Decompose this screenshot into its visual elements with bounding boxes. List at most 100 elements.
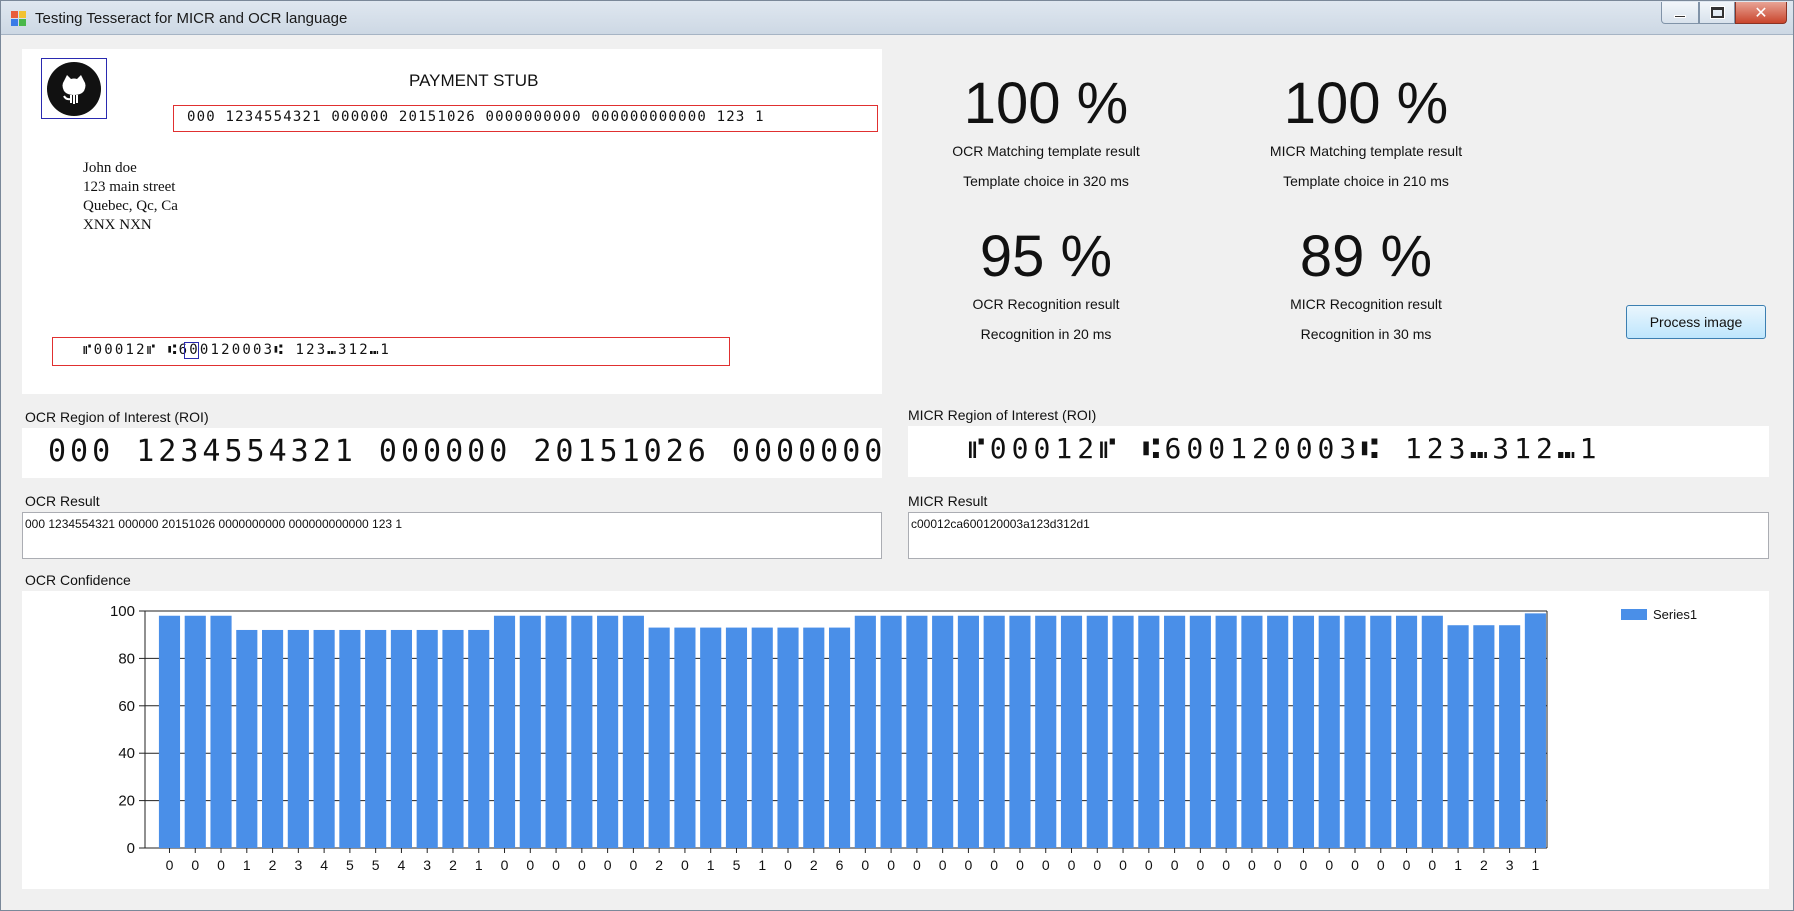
x-tick-label: 0 (887, 857, 895, 873)
x-tick-label: 3 (1506, 857, 1514, 873)
confidence-chart: 0204060801000 0 0 1 2 3 4 5 5 4 3 2 1 0 0 0 0 0 0 2 0 1 5 1 0 2 6 0… (110, 603, 1548, 873)
x-tick-label: 0 (604, 857, 612, 873)
app-icon (11, 11, 27, 27)
x-tick-label: 0 (578, 857, 586, 873)
octocat-icon (62, 74, 86, 104)
bar (313, 629, 335, 848)
bar (1292, 615, 1315, 848)
bar (1524, 613, 1546, 848)
micr-result-field[interactable]: c00012ca600120003a123d312d1 (908, 512, 1769, 559)
bar (339, 629, 361, 848)
confidence-label: OCR Confidence (25, 572, 131, 588)
ocr-result-field[interactable]: 000 1234554321 000000 20151026 000000000… (22, 512, 882, 559)
bar (803, 627, 825, 848)
x-tick-label: 0 (681, 857, 689, 873)
ocr-result-label: OCR Result (25, 493, 100, 509)
bar (1009, 615, 1031, 848)
bar (442, 629, 464, 848)
bar (828, 627, 851, 848)
bar (1215, 615, 1237, 848)
x-tick-label: 0 (1145, 857, 1153, 873)
bar (262, 629, 284, 848)
y-tick-label: 0 (127, 840, 135, 857)
x-tick-label: 2 (269, 857, 277, 873)
close-button[interactable]: ✕ (1735, 2, 1787, 24)
bar (1086, 615, 1108, 848)
y-tick-label: 20 (118, 793, 135, 810)
address-line: 123 main street (83, 179, 176, 195)
x-tick-label: 0 (1325, 857, 1333, 873)
maximize-button[interactable] (1699, 2, 1735, 24)
bar (1138, 615, 1160, 848)
bar (597, 615, 619, 848)
y-tick-label: 80 (118, 650, 135, 667)
bar (1241, 615, 1263, 848)
maximize-icon (1709, 6, 1725, 19)
x-tick-label: 3 (294, 857, 302, 873)
bar (390, 629, 412, 848)
bar (468, 629, 490, 848)
x-tick-label: 4 (398, 857, 406, 873)
x-tick-label: 0 (501, 857, 509, 873)
ocr-recognition-time: Recognition in 20 ms (980, 326, 1112, 342)
ocr-roi-image: 000 1234554321 000000 20151026 000000000… (22, 428, 882, 478)
x-tick-label: 0 (1274, 857, 1282, 873)
x-tick-label: 0 (1428, 857, 1436, 873)
micr-roi-text: ⑈00012⑈ ⑆600120003⑆ 123⑉312⑉1 (968, 432, 1602, 465)
process-image-button[interactable]: Process image (1626, 305, 1766, 339)
window-title: Testing Tesseract for MICR and OCR langu… (35, 10, 348, 27)
x-tick-label: 0 (629, 857, 637, 873)
x-tick-label: 1 (1454, 857, 1462, 873)
micr-roi-image: ⑈00012⑈ ⑆600120003⑆ 123⑉312⑉1 (908, 426, 1769, 477)
bar (184, 615, 206, 848)
micr-recognition-time: Recognition in 30 ms (1300, 326, 1432, 342)
x-tick-label: 0 (965, 857, 973, 873)
address-line: Quebec, Qc, Ca (83, 198, 178, 214)
address-line: John doe (83, 160, 137, 176)
bar (1164, 615, 1186, 848)
bar (648, 627, 670, 848)
x-tick-label: 2 (655, 857, 663, 873)
micr-recognition-value: 89 % (1299, 224, 1433, 289)
x-tick-label: 1 (243, 857, 251, 873)
x-tick-label: 5 (346, 857, 354, 873)
legend-series-name: Series1 (1653, 607, 1698, 622)
x-tick-label: 0 (191, 857, 199, 873)
x-tick-label: 1 (475, 857, 483, 873)
minimize-button[interactable] (1661, 2, 1699, 24)
ocr-match-value: 100 % (963, 71, 1129, 136)
x-tick-label: 6 (836, 857, 844, 873)
x-tick-label: 0 (1016, 857, 1024, 873)
x-tick-label: 1 (758, 857, 766, 873)
bar (906, 615, 928, 848)
bar (880, 615, 902, 848)
address-line: XNX NXN (83, 217, 152, 233)
ocr-roi-text: 000 1234554321 000000 20151026 000000000… (48, 434, 882, 469)
bar (932, 615, 954, 848)
bar (1060, 615, 1083, 848)
bar (1395, 615, 1418, 848)
bar (1318, 615, 1340, 848)
bar (854, 615, 876, 848)
bar (700, 627, 722, 848)
title-bar[interactable]: Testing Tesseract for MICR and OCR langu… (1, 1, 1793, 35)
x-tick-label: 0 (1119, 857, 1127, 873)
micr-recognition-label: MICR Recognition result (1290, 296, 1442, 312)
x-tick-label: 0 (552, 857, 560, 873)
ocr-roi-label: OCR Region of Interest (ROI) (25, 409, 209, 425)
github-logo (47, 61, 101, 116)
close-icon: ✕ (1754, 3, 1768, 22)
bar (158, 615, 181, 848)
logo-selection-box (41, 58, 107, 119)
x-tick-label: 0 (166, 857, 174, 873)
x-tick-label: 0 (784, 857, 792, 873)
ocr-recognition-label: OCR Recognition result (972, 296, 1120, 312)
micr-match-time: Template choice in 210 ms (1283, 173, 1449, 189)
legend-swatch (1621, 609, 1647, 620)
bar (236, 629, 258, 848)
x-tick-label: 0 (1351, 857, 1359, 873)
bar (545, 615, 567, 848)
ocr-match-stat: 100 % OCR Matching template result Templ… (926, 71, 1166, 190)
document-micr-line: ⑈00012⑈ ⑆600120003⑆ 123⑉312⑉1 (83, 342, 392, 358)
bar (777, 627, 799, 848)
